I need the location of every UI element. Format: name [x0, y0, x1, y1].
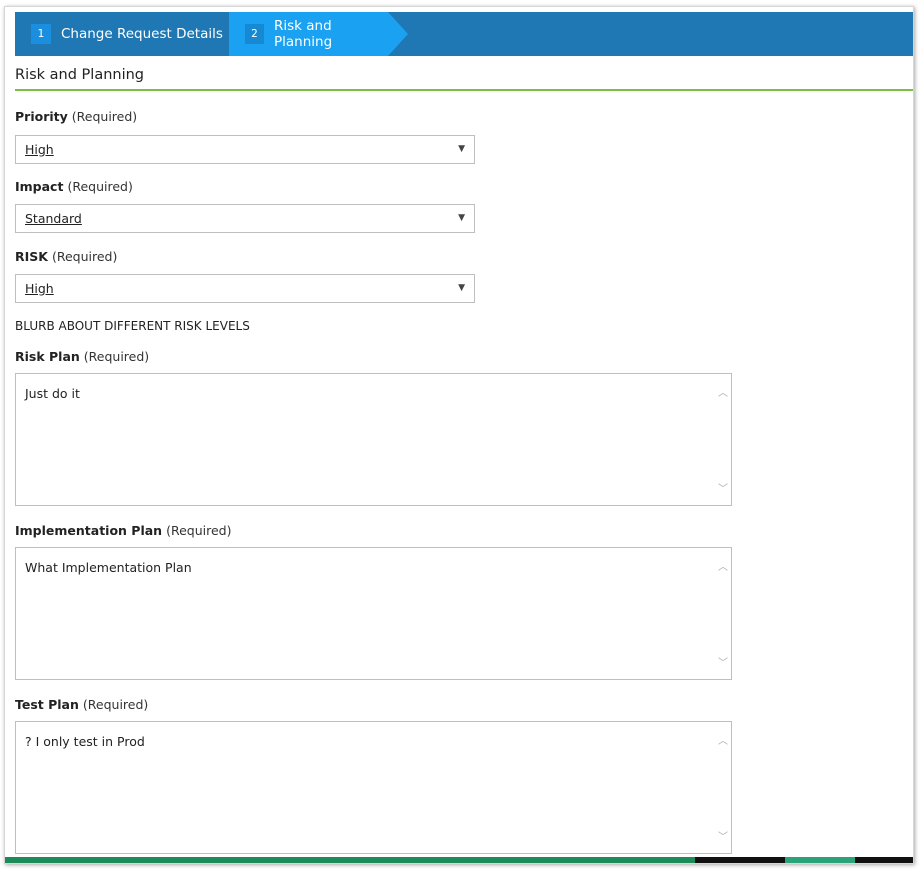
textarea-scrollbar[interactable]: ︿ ﹀	[715, 722, 731, 853]
required-marker: (Required)	[166, 523, 232, 538]
form-window: 1 Change Request Details 2 Risk and Plan…	[4, 6, 914, 864]
risk-value: High	[25, 281, 54, 296]
test-plan-textarea[interactable]: ? I only test in Prod ︿ ﹀	[15, 721, 732, 854]
risk-select[interactable]: High ▼	[15, 274, 475, 303]
scroll-up-icon[interactable]: ︿	[718, 558, 728, 573]
wizard-step-risk-and-planning[interactable]: 2 Risk and Planning	[229, 12, 408, 56]
required-marker: (Required)	[83, 349, 150, 364]
section-divider	[15, 89, 913, 91]
step-number: 2	[245, 24, 264, 44]
required-marker: (Required)	[82, 697, 149, 712]
required-marker: (Required)	[51, 249, 118, 264]
bottom-status-bar	[5, 857, 913, 863]
status-bar-segment	[5, 857, 695, 863]
risk-levels-note: BLURB ABOUT DIFFERENT RISK LEVELS	[15, 319, 250, 333]
scroll-down-icon[interactable]: ﹀	[718, 654, 728, 669]
textarea-scrollbar[interactable]: ︿ ﹀	[715, 548, 731, 679]
implementation-plan-label-text: Implementation Plan	[15, 523, 163, 538]
required-marker: (Required)	[67, 179, 133, 194]
impact-label-text: Impact	[15, 179, 64, 194]
scroll-up-icon[interactable]: ︿	[718, 732, 728, 747]
step-label: Risk and Planning	[273, 18, 333, 50]
step-number: 1	[31, 24, 51, 44]
scroll-down-icon[interactable]: ﹀	[718, 828, 728, 843]
wizard-steps: 1 Change Request Details 2 Risk and Plan…	[15, 12, 913, 56]
status-bar-segment	[785, 857, 855, 863]
implementation-plan-label: Implementation Plan (Required)	[15, 523, 231, 538]
implementation-plan-text: What Implementation Plan	[25, 560, 192, 575]
priority-value: High	[25, 142, 54, 157]
textarea-scrollbar[interactable]: ︿ ﹀	[715, 374, 731, 505]
impact-label: Impact (Required)	[15, 179, 133, 194]
test-plan-label: Test Plan (Required)	[15, 697, 148, 712]
priority-label: Priority (Required)	[15, 109, 137, 124]
risk-label-text: RISK	[15, 249, 48, 264]
status-bar-segment	[695, 857, 785, 863]
caret-down-icon: ▼	[458, 213, 465, 223]
impact-value: Standard	[25, 211, 82, 226]
risk-plan-label: Risk Plan (Required)	[15, 349, 149, 364]
step-label: Change Request Details	[61, 26, 223, 42]
implementation-plan-textarea[interactable]: What Implementation Plan ︿ ﹀	[15, 547, 732, 680]
test-plan-text: ? I only test in Prod	[25, 734, 145, 749]
risk-plan-textarea[interactable]: Just do it ︿ ﹀	[15, 373, 732, 506]
caret-down-icon: ▼	[458, 283, 465, 293]
required-marker: (Required)	[71, 109, 138, 124]
risk-plan-text: Just do it	[25, 386, 80, 401]
risk-plan-label-text: Risk Plan	[15, 349, 80, 364]
priority-label-text: Priority	[15, 109, 68, 124]
risk-label: RISK (Required)	[15, 249, 117, 264]
wizard-step-change-request-details[interactable]: 1 Change Request Details	[15, 12, 229, 56]
impact-select[interactable]: Standard ▼	[15, 204, 475, 233]
scroll-up-icon[interactable]: ︿	[718, 384, 728, 399]
status-bar-segment	[855, 857, 913, 863]
scroll-down-icon[interactable]: ﹀	[718, 480, 728, 495]
priority-select[interactable]: High ▼	[15, 135, 475, 164]
test-plan-label-text: Test Plan	[15, 697, 79, 712]
caret-down-icon: ▼	[458, 144, 465, 154]
section-title: Risk and Planning	[15, 67, 145, 83]
